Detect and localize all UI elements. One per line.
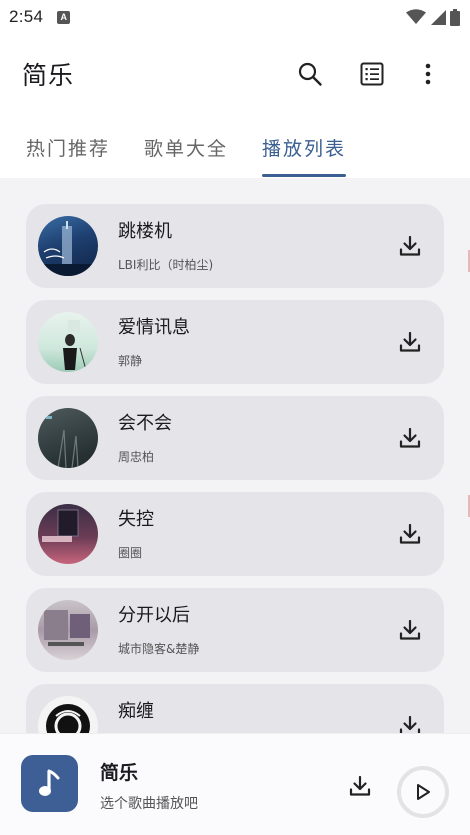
status-bar: 2:54 A: [0, 0, 470, 34]
list-icon: [360, 62, 384, 86]
download-icon: [399, 427, 421, 448]
album-cover: [38, 312, 98, 372]
album-cover: [38, 216, 98, 276]
song-artist: LBI利比（时柏尘): [118, 258, 214, 272]
song-artist: 城市隐客&楚静: [118, 642, 200, 656]
status-time: 2:54: [9, 7, 44, 26]
song-item[interactable]: 分开以后 城市隐客&楚静: [26, 588, 444, 672]
album-cover: [38, 600, 98, 660]
album-cover: [38, 504, 98, 564]
album-cover: [38, 696, 98, 733]
app-bar: 简乐: [0, 44, 470, 104]
player-download-button[interactable]: [344, 770, 376, 802]
app-title: 简乐: [22, 61, 75, 90]
song-artist: 圈圈: [118, 546, 143, 560]
download-button[interactable]: [394, 422, 426, 454]
download-icon: [349, 775, 371, 796]
song-artist: 周忠柏: [118, 450, 155, 464]
download-icon: [399, 523, 421, 544]
song-item[interactable]: 会不会 周忠柏: [26, 396, 444, 480]
app-actions: [290, 54, 448, 94]
player-artwork[interactable]: [21, 755, 78, 812]
more-vert-icon: [425, 63, 431, 85]
song-title: 跳楼机: [118, 221, 172, 242]
download-button[interactable]: [394, 518, 426, 550]
tab-label: 歌单大全: [144, 138, 229, 160]
mini-player[interactable]: 简乐 选个歌曲播放吧: [0, 733, 470, 835]
play-button[interactable]: [397, 766, 449, 818]
song-title: 会不会: [118, 413, 172, 434]
notification-icon: A: [57, 10, 71, 24]
signal-icon: [431, 10, 446, 25]
song-list[interactable]: 跳楼机 LBI利比（时柏尘) 爱情讯息 郭静 会不会 周忠柏 失控 圈圈 分开以…: [0, 178, 470, 733]
download-button[interactable]: [394, 326, 426, 358]
download-button[interactable]: [394, 710, 426, 733]
tab-bar: 热门推荐 歌单大全 播放列表: [0, 118, 470, 178]
download-icon: [399, 715, 421, 733]
download-button[interactable]: [394, 230, 426, 262]
playlist-button[interactable]: [352, 54, 392, 94]
tab-play-queue[interactable]: 播放列表: [262, 118, 347, 178]
player-title: 简乐: [100, 762, 139, 784]
more-button[interactable]: [408, 54, 448, 94]
album-cover: [38, 408, 98, 468]
download-icon: [399, 619, 421, 640]
search-button[interactable]: [290, 54, 330, 94]
wifi-icon: [406, 9, 426, 24]
song-artist: 郭静: [118, 354, 143, 368]
song-title: 分开以后: [118, 605, 190, 626]
song-item[interactable]: 爱情讯息 郭静: [26, 300, 444, 384]
download-icon: [399, 235, 421, 256]
tab-label: 热门推荐: [26, 138, 111, 160]
download-button[interactable]: [394, 614, 426, 646]
tab-hot[interactable]: 热门推荐: [26, 118, 110, 178]
player-subtitle: 选个歌曲播放吧: [100, 796, 198, 812]
tab-indicator: [262, 174, 347, 177]
battery-icon: [450, 8, 460, 26]
play-icon: [417, 784, 430, 800]
status-icons: [406, 8, 460, 26]
tab-playlists[interactable]: 歌单大全: [144, 118, 228, 178]
song-item[interactable]: 跳楼机 LBI利比（时柏尘): [26, 204, 444, 288]
song-title: 失控: [118, 509, 154, 530]
song-title: 爱情讯息: [118, 317, 190, 338]
search-icon: [298, 62, 322, 86]
download-icon: [399, 331, 421, 352]
music-note-icon: [38, 769, 59, 796]
song-item[interactable]: 失控 圈圈: [26, 492, 444, 576]
song-title: 痴缠: [118, 701, 154, 722]
tab-label: 播放列表: [262, 138, 347, 160]
song-item[interactable]: 痴缠: [26, 684, 444, 733]
